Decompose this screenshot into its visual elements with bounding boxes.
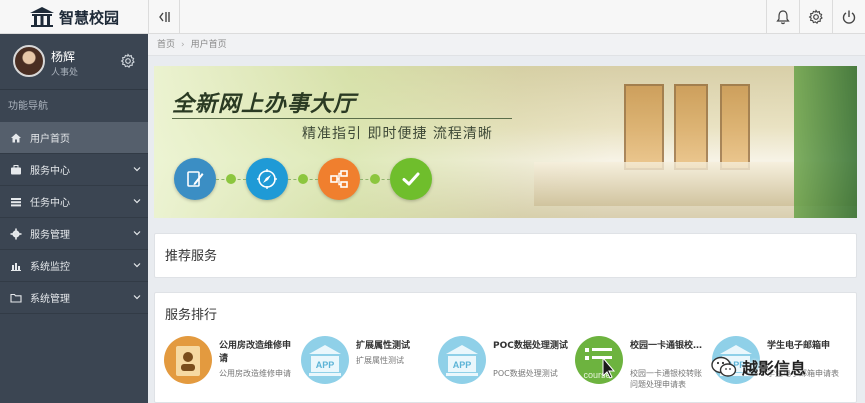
sidebar: 杨辉 人事处 功能导航 用户首页 服务中心 任务中心 服务管理 系统监控 系统管… xyxy=(0,34,148,403)
app-building-icon: APP xyxy=(301,336,349,384)
banner-subtitle: 精准指引 即时便捷 流程清晰 xyxy=(302,126,493,142)
compass-icon xyxy=(257,169,277,189)
banner-title: 全新网上办事大厅 xyxy=(172,92,357,117)
breadcrumb-current: 用户首页 xyxy=(190,40,227,50)
recommended-services-panel: 推荐服务 xyxy=(154,233,857,278)
service-title: POC数据处理测试 xyxy=(493,341,568,351)
app-logo[interactable]: 智慧校园 xyxy=(0,0,148,34)
banner-divider xyxy=(172,118,512,119)
recommended-services-title: 推荐服务 xyxy=(165,249,218,264)
bell-icon xyxy=(776,10,790,25)
step-connector xyxy=(216,174,246,184)
chevron-down-icon xyxy=(133,295,141,300)
sidebar-toggle-button[interactable] xyxy=(148,0,180,34)
folder-icon xyxy=(10,293,22,303)
service-title: 公用房改造维修申请 xyxy=(219,341,292,364)
sidebar-item-service-center[interactable]: 服务中心 xyxy=(0,154,148,186)
service-title: 校园一卡通银校… xyxy=(630,341,703,351)
chevron-down-icon xyxy=(133,231,141,236)
step-flow xyxy=(318,158,360,200)
step-connector xyxy=(288,174,318,184)
banner-decor xyxy=(624,84,664,170)
notifications-button[interactable] xyxy=(766,0,799,34)
document-person-icon xyxy=(164,336,212,384)
hero-banner: 全新网上办事大厅 精准指引 即时便捷 流程清晰 xyxy=(154,66,857,218)
profile-settings-icon[interactable] xyxy=(120,53,136,69)
watermark: 越影信息 xyxy=(710,350,860,384)
collapse-sidebar-icon xyxy=(159,12,170,22)
app-building-icon: APP xyxy=(438,336,486,384)
sidebar-item-system-management[interactable]: 系统管理 xyxy=(0,282,148,314)
service-description: 扩展属性测试 xyxy=(356,356,404,365)
list-icon xyxy=(11,197,21,206)
sidebar-item-home[interactable]: 用户首页 xyxy=(0,122,148,154)
course-icon: course xyxy=(575,336,623,384)
service-ranking-panel: 服务排行 公用房改造维修申请 公用房改造维修申请 APP 扩展属性测试 扩展属性… xyxy=(154,292,857,403)
user-department: 人事处 xyxy=(51,68,79,78)
wechat-icon xyxy=(711,356,737,377)
chevron-down-icon xyxy=(133,263,141,268)
service-description: 校园一卡通银校转账问题处理申请表 xyxy=(630,369,702,389)
school-logo-icon xyxy=(29,7,54,27)
service-item[interactable]: course 校园一卡通银校… 校园一卡通银校转账问题处理申请表 xyxy=(575,336,710,403)
briefcase-icon xyxy=(11,164,21,174)
step-connector xyxy=(360,174,390,184)
step-pen xyxy=(174,158,216,200)
banner-decor xyxy=(794,66,857,218)
flow-icon xyxy=(330,170,348,188)
power-icon xyxy=(842,10,856,24)
process-steps xyxy=(174,158,432,200)
sidebar-item-service-management[interactable]: 服务管理 xyxy=(0,218,148,250)
step-compass xyxy=(246,158,288,200)
service-ranking-title: 服务排行 xyxy=(165,308,218,323)
service-description: 公用房改造维修申请 xyxy=(219,369,291,378)
sidebar-item-label: 系统管理 xyxy=(30,294,70,305)
settings-button[interactable] xyxy=(799,0,832,34)
watermark-text: 越影信息 xyxy=(742,359,807,378)
check-icon xyxy=(402,172,420,186)
sidebar-item-label: 服务中心 xyxy=(30,166,70,177)
sidebar-item-label: 系统监控 xyxy=(30,262,70,273)
user-profile: 杨辉 人事处 xyxy=(0,34,148,90)
sidebar-item-label: 服务管理 xyxy=(30,230,70,241)
sidebar-item-label: 任务中心 xyxy=(30,198,70,209)
bar-chart-icon xyxy=(11,262,21,271)
gear-icon xyxy=(10,228,22,239)
pen-icon xyxy=(187,171,204,187)
nav-section-title: 功能导航 xyxy=(8,101,48,112)
sidebar-item-system-monitor[interactable]: 系统监控 xyxy=(0,250,148,282)
app-icon-label: APP xyxy=(316,360,335,370)
service-item[interactable]: APP 扩展属性测试 扩展属性测试 xyxy=(301,336,436,403)
app-title: 智慧校园 xyxy=(58,8,119,27)
top-bar: 智慧校园 xyxy=(0,0,865,34)
logout-button[interactable] xyxy=(832,0,865,34)
breadcrumb-separator-icon: › xyxy=(181,40,185,50)
app-icon-label: APP xyxy=(453,360,472,370)
breadcrumb: 首页 › 用户首页 xyxy=(148,34,865,56)
gear-icon xyxy=(808,9,823,25)
chevron-down-icon xyxy=(133,167,141,172)
user-name: 杨辉 xyxy=(51,50,76,64)
service-item[interactable]: 公用房改造维修申请 公用房改造维修申请 xyxy=(164,336,299,403)
sidebar-item-label: 用户首页 xyxy=(30,134,70,145)
step-check xyxy=(390,158,432,200)
sidebar-item-task-center[interactable]: 任务中心 xyxy=(0,186,148,218)
chevron-down-icon xyxy=(133,199,141,204)
banner-decor xyxy=(674,84,708,170)
service-description: POC数据处理测试 xyxy=(493,369,558,378)
service-title: 扩展属性测试 xyxy=(356,341,411,351)
service-item[interactable]: APP POC数据处理测试 POC数据处理测试 xyxy=(438,336,573,403)
home-icon xyxy=(11,133,21,142)
breadcrumb-home-link[interactable]: 首页 xyxy=(157,40,175,50)
avatar[interactable] xyxy=(13,45,45,77)
banner-decor xyxy=(720,84,750,170)
